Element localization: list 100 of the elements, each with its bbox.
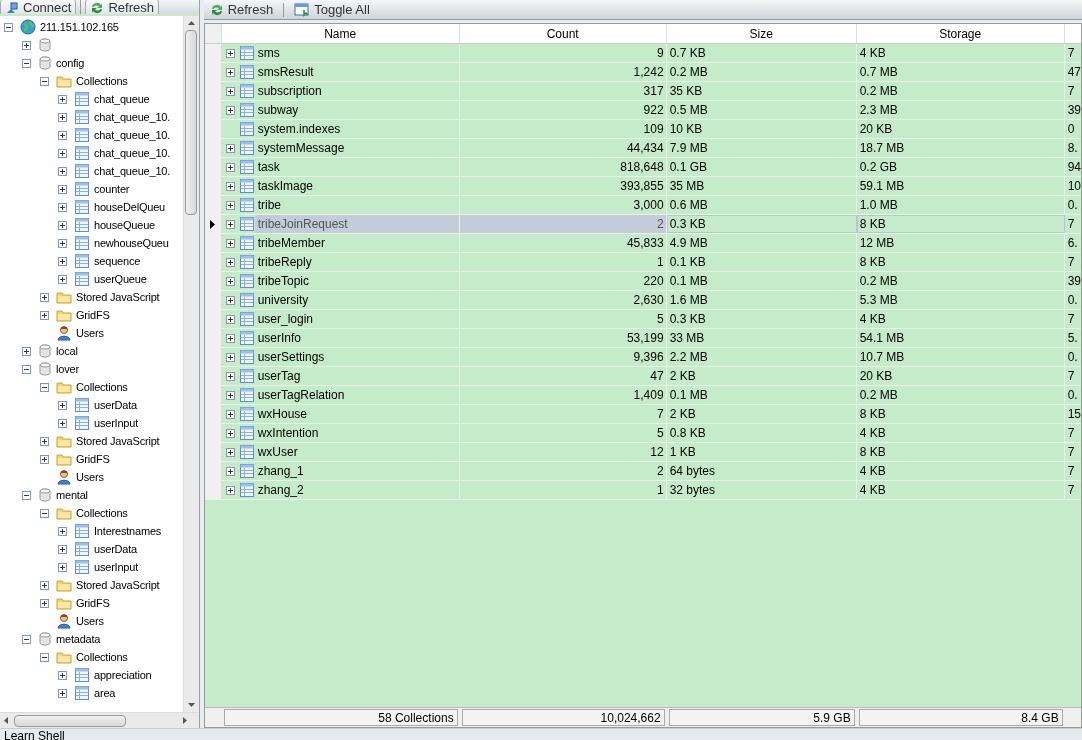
database-node[interactable]: config	[56, 55, 85, 71]
expand-icon[interactable]	[58, 112, 67, 122]
expand-icon[interactable]	[225, 162, 235, 172]
refresh-button[interactable]: Refresh	[203, 0, 280, 20]
expand-icon[interactable]	[58, 418, 67, 428]
expand-icon[interactable]	[225, 428, 235, 438]
vertical-scrollbar[interactable]	[182, 16, 199, 712]
folder-node[interactable]: Stored JavaScript	[76, 577, 160, 593]
expand-icon[interactable]	[225, 447, 235, 457]
folder-node[interactable]: Stored JavaScript	[76, 289, 160, 305]
expand-icon[interactable]	[225, 143, 235, 153]
expand-icon[interactable]	[58, 130, 67, 140]
expand-icon[interactable]	[225, 409, 235, 419]
collapse-icon[interactable]	[22, 490, 31, 500]
users-node[interactable]: Users	[76, 613, 104, 629]
users-node[interactable]: Users	[76, 325, 104, 341]
expand-icon[interactable]	[40, 454, 49, 464]
server-node[interactable]: 211.151.102.165	[40, 19, 119, 35]
collapse-icon[interactable]	[40, 652, 49, 662]
collapse-icon[interactable]	[40, 508, 49, 518]
folder-node[interactable]: Stored JavaScript	[76, 433, 160, 449]
expand-icon[interactable]	[225, 257, 235, 267]
expand-icon[interactable]	[58, 184, 67, 194]
scroll-up-icon[interactable]	[187, 21, 195, 25]
expand-icon[interactable]	[225, 295, 235, 305]
scroll-thumb[interactable]	[185, 30, 198, 215]
expand-icon[interactable]	[58, 544, 67, 554]
folder-node[interactable]: GridFS	[76, 451, 110, 467]
expand-icon[interactable]	[225, 105, 235, 115]
expand-icon[interactable]	[58, 400, 67, 410]
expand-icon[interactable]	[58, 688, 67, 698]
expand-icon[interactable]	[58, 238, 67, 248]
expand-icon[interactable]	[225, 485, 235, 495]
scroll-thumb[interactable]	[14, 714, 126, 727]
folder-node[interactable]: Collections	[76, 379, 128, 395]
expand-icon[interactable]	[225, 314, 235, 324]
expand-icon[interactable]	[58, 256, 67, 266]
expand-icon[interactable]	[58, 562, 67, 572]
collection-node[interactable]: houseQueue	[94, 217, 155, 233]
expand-icon[interactable]	[58, 148, 67, 158]
refresh-button[interactable]: Refresh	[85, 0, 159, 14]
collection-node[interactable]: sequence	[94, 253, 141, 269]
expand-icon[interactable]	[40, 598, 49, 608]
collection-node[interactable]: userInput	[94, 559, 139, 575]
collection-node[interactable]: userData	[94, 541, 138, 557]
expand-icon[interactable]	[225, 219, 235, 229]
connect-button[interactable]: Connect	[0, 0, 77, 14]
collection-node[interactable]: newhouseQueu	[94, 235, 169, 251]
collection-node[interactable]: chat_queue	[94, 91, 150, 107]
folder-node[interactable]: GridFS	[76, 595, 110, 611]
column-header[interactable]: Count	[459, 24, 667, 43]
expand-icon[interactable]	[58, 526, 67, 536]
collection-node[interactable]: userQueue	[94, 271, 147, 287]
database-node[interactable]: local	[56, 343, 78, 359]
collection-node[interactable]: appreciation	[94, 667, 152, 683]
collapse-icon[interactable]	[40, 76, 49, 86]
collection-node[interactable]: userData	[94, 397, 138, 413]
database-node[interactable]: metadata	[56, 631, 101, 647]
scroll-down-icon[interactable]	[187, 703, 195, 707]
collapse-icon[interactable]	[40, 382, 49, 392]
collection-node[interactable]: area	[94, 685, 116, 701]
expand-icon[interactable]	[225, 181, 235, 191]
expand-icon[interactable]	[225, 371, 235, 381]
database-node[interactable]: lover	[56, 361, 79, 377]
column-header[interactable]: Size	[666, 24, 857, 43]
collapse-icon[interactable]	[22, 634, 31, 644]
collection-node[interactable]: Interestnames	[94, 523, 162, 539]
expand-icon[interactable]	[40, 436, 49, 446]
toggle-all-button[interactable]: Toggle All	[288, 0, 376, 20]
folder-node[interactable]: Collections	[76, 505, 128, 521]
collapse-icon[interactable]	[22, 364, 31, 374]
expand-icon[interactable]	[58, 670, 67, 680]
horizontal-scrollbar[interactable]	[0, 712, 199, 728]
collection-node[interactable]: chat_queue_10.	[94, 163, 171, 179]
scroll-right-icon[interactable]	[182, 717, 187, 724]
expand-icon[interactable]	[40, 310, 49, 320]
expand-icon[interactable]	[58, 274, 67, 284]
scroll-left-icon[interactable]	[4, 717, 8, 724]
expand-icon[interactable]	[225, 352, 235, 362]
folder-node[interactable]: Collections	[76, 73, 128, 89]
expand-icon[interactable]	[225, 390, 235, 400]
expand-icon[interactable]	[22, 346, 31, 356]
expand-icon[interactable]	[225, 333, 235, 343]
expand-icon[interactable]	[225, 86, 235, 96]
expand-icon[interactable]	[58, 220, 67, 230]
expand-icon[interactable]	[58, 202, 67, 212]
row-header[interactable]	[204, 215, 222, 233]
folder-node[interactable]: GridFS	[76, 307, 110, 323]
folder-node[interactable]: Collections	[76, 649, 128, 665]
collapse-icon[interactable]	[22, 58, 31, 68]
column-header[interactable]: Name	[221, 24, 460, 43]
collection-node[interactable]: counter	[94, 181, 130, 197]
expand-icon[interactable]	[225, 48, 235, 58]
users-node[interactable]: Users	[76, 469, 104, 485]
expand-icon[interactable]	[58, 94, 67, 104]
expand-icon[interactable]	[225, 238, 235, 248]
expand-icon[interactable]	[40, 580, 49, 590]
expand-icon[interactable]	[225, 67, 235, 77]
collection-node[interactable]: userInput	[94, 415, 139, 431]
expand-icon[interactable]	[22, 40, 31, 50]
